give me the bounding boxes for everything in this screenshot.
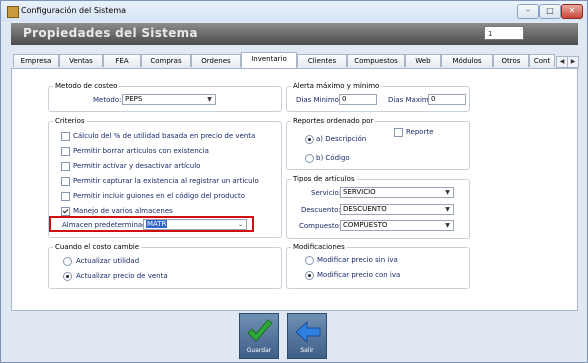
- label-actualizar-precio: Actualizar precio de venta: [76, 272, 168, 280]
- tab-strip: Empresa Ventas FEA Compras Ordenes Inven…: [11, 52, 579, 68]
- reportes-legend: Reportes ordenado por: [293, 117, 374, 125]
- radio-codigo[interactable]: [305, 154, 314, 163]
- costo-cambie-group: Cuando el costo cambie: [48, 243, 282, 289]
- chevron-down-icon: ▼: [445, 222, 450, 229]
- header-bar: Propiedades del Sistema 1: [11, 23, 578, 45]
- tab-ventas[interactable]: Ventas: [59, 54, 103, 67]
- tab-empresa[interactable]: Empresa: [13, 54, 59, 67]
- label-actualizar-utilidad: Actualizar utilidad: [76, 257, 140, 265]
- chevron-down-icon: ▼: [445, 206, 450, 213]
- window-title: Configuración del Sistema: [21, 6, 127, 15]
- header-number-field[interactable]: 1: [484, 26, 524, 40]
- tab-cont[interactable]: Cont: [529, 54, 555, 67]
- checkbox-borrar-articulos[interactable]: [61, 147, 70, 156]
- checkbox-activar-desactivar[interactable]: [61, 162, 70, 171]
- salir-button[interactable]: Salir: [287, 313, 327, 359]
- tab-modulos[interactable]: Módulos: [441, 54, 493, 67]
- radio-precio-con-iva[interactable]: [305, 271, 314, 280]
- metodo-select-value: PEPS: [125, 95, 143, 103]
- label-descripcion: a) Descripción: [316, 135, 367, 143]
- close-button[interactable]: ✕: [561, 4, 583, 19]
- descuento-select[interactable]: DESCUENTO ▼: [340, 204, 454, 215]
- compuesto-select-value: COMPUESTO: [343, 221, 388, 229]
- tipos-legend: Tipos de artículos: [293, 175, 355, 183]
- radio-descripcion[interactable]: [305, 135, 314, 144]
- tab-clientes[interactable]: Clientes: [297, 54, 347, 67]
- checkbox-capturar-existencia[interactable]: [61, 177, 70, 186]
- chevron-down-icon: ⌄: [237, 221, 244, 228]
- footer-bar: Guardar Salir: [11, 313, 578, 362]
- tab-inventario[interactable]: Inventario: [241, 52, 297, 68]
- chevron-down-icon: ▼: [445, 189, 450, 196]
- back-arrow-icon: [295, 320, 321, 344]
- almacen-label: Almacen predeterminado:: [62, 221, 154, 229]
- radio-actualizar-utilidad[interactable]: [63, 257, 72, 266]
- descuento-select-value: DESCUENTO: [343, 205, 387, 213]
- dias-minimo-input[interactable]: 0: [339, 94, 377, 105]
- label-capturar-existencia: Permitir capturar la existencia al regis…: [73, 177, 259, 185]
- salir-label: Salir: [300, 347, 314, 354]
- tab-fea[interactable]: FEA: [103, 54, 141, 67]
- servicio-label: Servicio:: [311, 189, 342, 197]
- descuento-label: Descuento:: [301, 206, 341, 214]
- servicio-select-value: SERVICIO: [343, 188, 376, 196]
- app-icon: [7, 6, 19, 18]
- costo-cambie-legend: Cuando el costo cambie: [55, 243, 140, 251]
- page-title: Propiedades del Sistema: [23, 26, 198, 40]
- tab-otros[interactable]: Otros: [493, 54, 529, 67]
- tab-ordenes[interactable]: Ordenes: [191, 54, 241, 67]
- alerta-legend: Alerta máximo y mínimo: [293, 82, 380, 90]
- label-precio-sin-iva: Modificar precio sin iva: [317, 256, 398, 264]
- guardar-label: Guardar: [246, 347, 272, 354]
- tab-scroll-right-icon[interactable]: ▶: [567, 56, 579, 68]
- metodo-label: Metodo:: [93, 96, 122, 104]
- label-incluir-guiones: Permitir incluir guiones en el código de…: [73, 192, 246, 200]
- label-borrar-articulos: Permitir borrar articulos con existencia: [73, 147, 209, 155]
- almacen-select[interactable]: MATR ⌄: [143, 219, 247, 230]
- minimize-button[interactable]: –: [517, 4, 539, 19]
- chevron-down-icon: ▼: [207, 96, 212, 103]
- metodo-costeo-legend: Metodo de costeo: [55, 82, 118, 90]
- inventario-panel: Metodo de costeo Metodo: PEPS ▼ Criterio…: [11, 68, 578, 311]
- dias-maximo-input[interactable]: 0: [428, 94, 466, 105]
- tab-web[interactable]: Web: [405, 54, 441, 67]
- label-calculo-utilidad: Cálculo del % de utilidad basada en prec…: [73, 132, 256, 140]
- reportes-group: Reportes ordenado por: [286, 117, 470, 170]
- checkbox-incluir-guiones[interactable]: [61, 192, 70, 201]
- compuesto-select[interactable]: COMPUESTO ▼: [340, 220, 454, 231]
- maximize-button[interactable]: □: [539, 4, 561, 19]
- label-varios-almacenes: Manejo de varios almacenes: [73, 207, 173, 215]
- checkbox-reporte[interactable]: [394, 128, 403, 137]
- label-activar-desactivar: Permitir activar y desactivar artículo: [73, 162, 201, 170]
- tab-compuestos[interactable]: Compuestos: [347, 54, 405, 67]
- compuesto-label: Compuesto:: [299, 222, 342, 230]
- radio-precio-sin-iva[interactable]: [305, 256, 314, 265]
- label-reporte: Reporte: [406, 128, 434, 136]
- guardar-button[interactable]: Guardar: [239, 313, 279, 359]
- label-codigo: b) Código: [316, 154, 350, 162]
- criterios-legend: Criterios: [55, 117, 85, 125]
- modificaciones-legend: Modificaciones: [293, 243, 345, 251]
- dias-minimo-label: Dias Minimo:: [296, 96, 342, 104]
- checkmark-icon: [247, 319, 273, 342]
- tab-compras[interactable]: Compras: [141, 54, 191, 67]
- radio-actualizar-precio[interactable]: [63, 272, 72, 281]
- checkbox-varios-almacenes[interactable]: [61, 207, 70, 216]
- label-precio-con-iva: Modificar precio con iva: [317, 271, 401, 279]
- servicio-select[interactable]: SERVICIO ▼: [340, 187, 454, 198]
- almacen-select-value: MATR: [146, 220, 168, 228]
- app-window: Configuración del Sistema – □ ✕ Propieda…: [0, 0, 588, 363]
- checkbox-calculo-utilidad[interactable]: [61, 132, 70, 141]
- title-bar: Configuración del Sistema – □ ✕: [1, 1, 587, 21]
- modificaciones-group: Modificaciones: [286, 243, 470, 289]
- metodo-select[interactable]: PEPS ▼: [122, 94, 216, 105]
